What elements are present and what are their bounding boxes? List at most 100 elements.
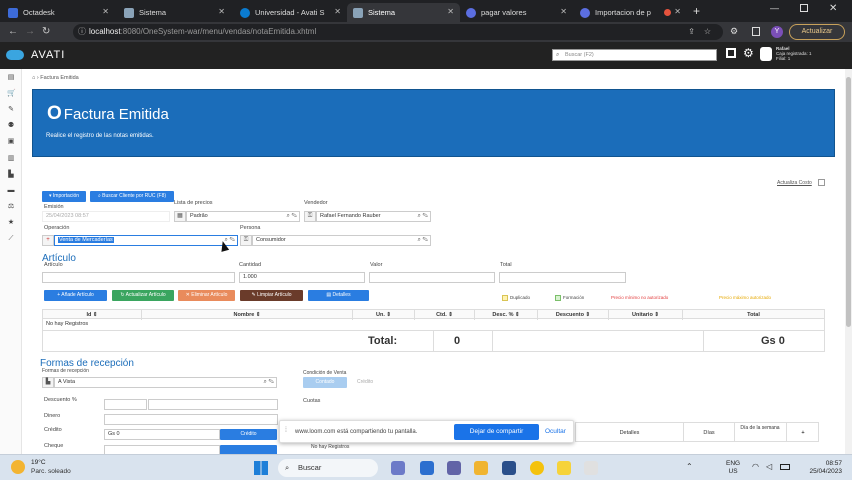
vendedor-field[interactable]: Rafael Fernando Rauber ⌕ ✎ [316,211,431,222]
volume-icon[interactable]: ◁ [766,462,772,471]
taskbar-search[interactable]: ⌕ Buscar [278,459,378,477]
app-logo[interactable]: AVATI [31,49,65,61]
anade-articulo-button[interactable]: + Añade Artículo [44,290,107,301]
forward-icon[interactable]: → [25,26,35,38]
app-store-icon[interactable] [502,461,516,475]
settings-gear-icon[interactable]: ⚙ [743,46,754,60]
line-chart-icon[interactable]: ⟋ [7,235,15,243]
star-menu-icon[interactable]: ★ [7,219,15,227]
page-scrollbar[interactable] [845,69,852,454]
maximize-icon[interactable] [800,4,808,12]
address-bar[interactable]: ⓘ localhost:8080/OneSystem-war/menu/venda… [73,24,723,40]
search-edit-icon[interactable]: ⌕ ✎ [418,236,429,245]
search-edit-icon[interactable]: ⌕ ✎ [418,212,429,221]
tray-chevron-icon[interactable]: ⌃ [686,462,693,471]
credito-field[interactable]: Gs 0 [104,429,220,440]
new-tab-icon[interactable]: + [693,4,700,18]
back-icon[interactable]: ← [8,26,18,38]
tab-octadesk[interactable]: Octadesk ✕ [2,3,115,22]
reload-icon[interactable]: ↻ [42,26,50,38]
actualiza-costo-label[interactable]: Actualiza Costo [777,180,812,186]
actualiza-costo-checkbox[interactable] [818,179,825,186]
wifi-icon[interactable]: ◠ [752,462,759,471]
close-tab-icon[interactable]: ✕ [102,7,109,16]
close-tab-icon[interactable]: ✕ [334,7,341,16]
file-explorer-icon[interactable] [474,461,488,475]
persona-field[interactable]: Consumidor ⌕ ✎ [252,235,431,246]
share-icon[interactable]: ⇪ [688,24,695,40]
column-detalles[interactable]: Detalles [576,428,683,438]
tab-sistema-active[interactable]: Sistema ✕ [347,3,460,22]
windows-start-icon[interactable] [254,461,268,475]
close-tab-icon[interactable]: ✕ [674,7,681,16]
tab-importacion[interactable]: Importacion de p ✕ [574,3,687,22]
credito-button[interactable]: Crédito [220,429,277,440]
factory-icon[interactable]: ▙ [7,171,15,179]
formas-field[interactable]: A Vista ⌕ ✎ [54,377,277,388]
total-field[interactable] [499,272,626,283]
close-tab-icon[interactable]: ✕ [447,7,454,16]
cantidad-field[interactable]: 1.000 [239,272,365,283]
column-dias[interactable]: Días [684,428,734,438]
minimize-icon[interactable]: — [770,3,779,13]
close-tab-icon[interactable]: ✕ [560,7,567,16]
search-input[interactable]: ⌕ Buscar (F2) [552,49,717,61]
valor-field[interactable] [369,272,495,283]
plus-icon[interactable]: + [42,235,54,246]
close-tab-icon[interactable]: ✕ [218,7,225,16]
tab-pagar-valores[interactable]: pagar valores ✕ [460,3,573,22]
task-view-icon[interactable] [391,461,405,475]
balance-icon[interactable]: ⚖ [7,203,15,211]
battery-icon[interactable] [780,464,790,470]
hide-link[interactable]: Ocultar [545,428,566,435]
weather-temp[interactable]: 19°C [31,459,46,466]
extension-icon[interactable]: ⚙ [730,26,738,37]
update-button[interactable]: Actualizar [789,24,845,40]
sidepanel-icon[interactable] [752,27,760,36]
importacion-button[interactable]: ▾ Importación [42,191,86,202]
info-icon[interactable]: ⓘ [78,24,86,40]
eliminar-articulo-button[interactable]: ✕ Eliminar Artículo [178,290,235,301]
chart-icon[interactable]: ▥ [7,155,15,163]
tab-universidad[interactable]: Universidad - Avati S ✕ [234,3,347,22]
clock[interactable]: 08:57 25/04/2023 [800,460,842,476]
cart-icon[interactable]: 🛒 [7,90,16,98]
breadcrumb[interactable]: ⌂ › Factura Emitida [32,75,79,81]
add-cuota-button[interactable]: + [787,428,819,438]
edge-icon[interactable] [420,461,434,475]
search-edit-icon[interactable]: ⌕ ✎ [264,378,275,387]
close-window-icon[interactable]: ✕ [829,3,837,14]
search-edit-icon[interactable]: ⌕ ✎ [287,212,298,221]
descuento-pct-field[interactable] [104,399,147,410]
column-dia-semana[interactable]: Día de la semana [736,425,784,431]
buscar-cliente-button[interactable]: ⌕ Buscar Cliente por RUC (F8) [90,191,174,202]
articulo-field[interactable] [42,272,235,283]
wrench-icon[interactable]: ✎ [7,106,15,114]
contado-toggle[interactable]: Contado [303,377,347,388]
descuento-value-field[interactable] [148,399,278,410]
truck-icon[interactable]: ▬ [7,187,15,195]
sticky-notes-icon[interactable] [557,461,571,475]
detalles-button[interactable]: ▤ Detalles [308,290,369,301]
scrollbar-thumb[interactable] [846,77,851,327]
dinero-field[interactable] [104,414,278,425]
teams-icon[interactable] [447,461,461,475]
slack-icon[interactable] [584,461,598,475]
users-icon[interactable]: ⚉ [7,122,15,130]
folder-icon[interactable]: ▤ [7,74,15,82]
user-icon[interactable] [760,47,772,61]
star-icon[interactable]: ☆ [704,24,711,40]
operacion-field[interactable]: Venta de Mercaderías ⌕ ✎ [54,235,238,246]
credito-toggle[interactable]: Crédito [357,379,373,385]
lista-precios-field[interactable]: Padrão ⌕ ✎ [186,211,300,222]
tab-sistema-1[interactable]: Sistema ✕ [118,3,231,22]
stop-sharing-button[interactable]: Dejar de compartir [454,424,539,440]
profile-avatar[interactable]: Y [771,26,783,38]
money-icon[interactable]: ▣ [7,138,15,146]
chrome-icon[interactable] [530,461,544,475]
language-indicator[interactable]: ENG US [726,460,740,476]
actualizar-articulo-button[interactable]: ↻ Actualizar Artículo [112,290,174,301]
limpiar-articulo-button[interactable]: ✎ Limpiar Artículo [240,290,303,301]
weather-icon[interactable] [11,460,25,474]
grid-icon[interactable] [726,48,736,58]
